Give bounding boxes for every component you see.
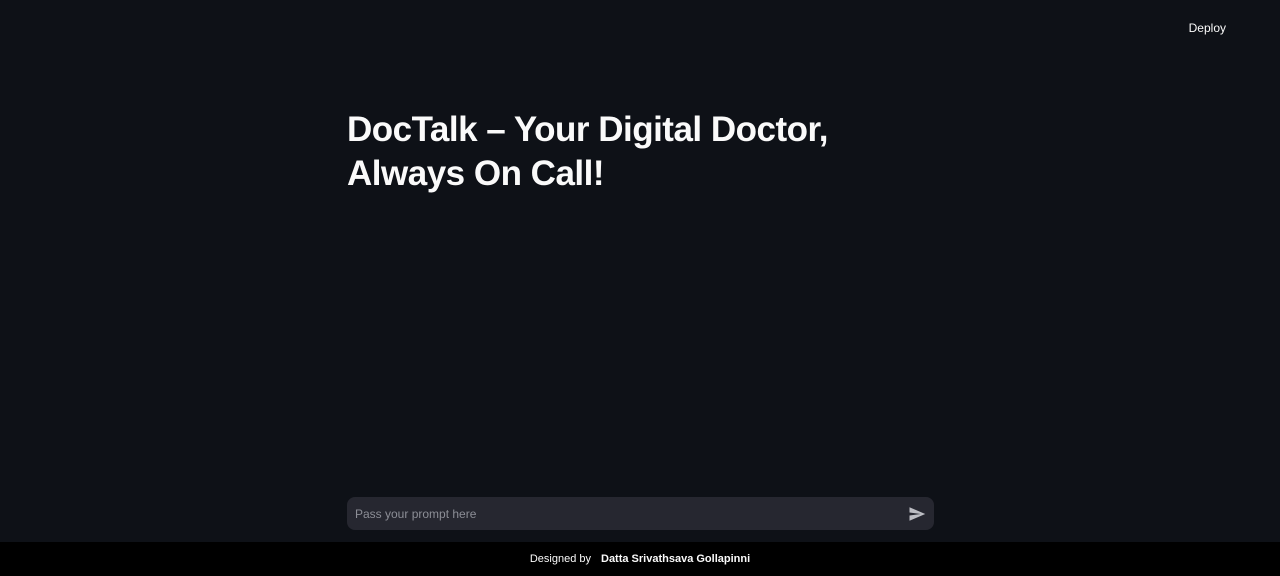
deploy-button[interactable]: Deploy — [1177, 16, 1238, 40]
prompt-input[interactable] — [347, 497, 887, 530]
author-name: Datta Srivathsava Gollapinni — [601, 553, 751, 565]
main-content: DocTalk – Your Digital Doctor, Always On… — [347, 108, 934, 196]
footer: Designed by Datta Srivathsava Gollapinni — [0, 542, 1280, 576]
page-title: DocTalk – Your Digital Doctor, Always On… — [347, 110, 828, 193]
app-root: Deploy DocTalk – Your Digital Doctor, Al… — [0, 0, 1280, 576]
chat-input-bar — [347, 497, 934, 530]
designed-by-label: Designed by — [529, 553, 591, 565]
send-icon — [909, 507, 926, 521]
send-button[interactable] — [906, 503, 928, 525]
app-header: Deploy — [0, 0, 1280, 56]
